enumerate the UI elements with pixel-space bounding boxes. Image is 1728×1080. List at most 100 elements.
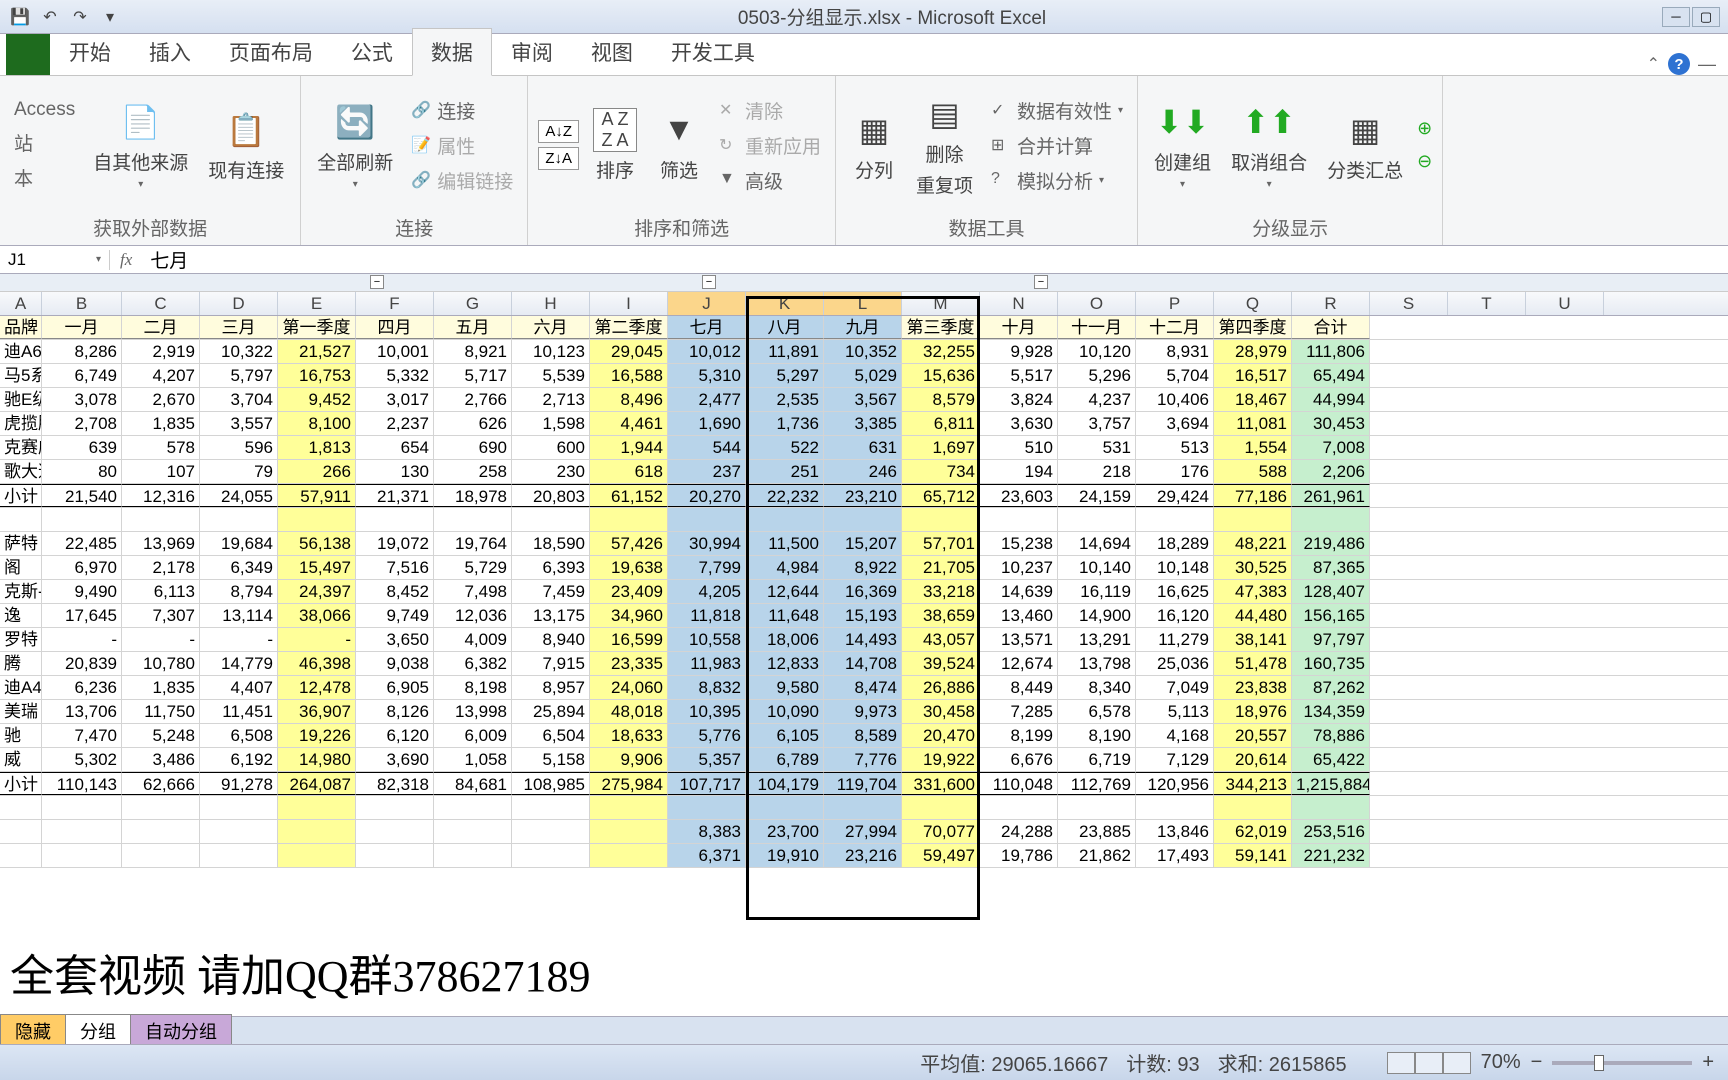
cell[interactable]: 5,113: [1136, 700, 1214, 723]
col-header-M[interactable]: M: [902, 292, 980, 315]
cell[interactable]: 8,340: [1058, 676, 1136, 699]
cell[interactable]: 小计: [0, 772, 42, 795]
cell[interactable]: 33,218: [902, 580, 980, 603]
cell[interactable]: 28,979: [1214, 340, 1292, 363]
cell[interactable]: 156,165: [1292, 604, 1370, 627]
cell[interactable]: [200, 820, 278, 843]
cell[interactable]: 23,409: [590, 580, 668, 603]
cell[interactable]: 331,600: [902, 772, 980, 795]
cell[interactable]: 79: [200, 460, 278, 483]
cell[interactable]: 43,057: [902, 628, 980, 651]
cell[interactable]: 1,598: [512, 412, 590, 435]
cell[interactable]: 6,676: [980, 748, 1058, 771]
tab-home[interactable]: 开始: [50, 28, 130, 75]
cell[interactable]: 10,322: [200, 340, 278, 363]
cell[interactable]: 3,017: [356, 388, 434, 411]
cell[interactable]: 1,058: [434, 748, 512, 771]
cell[interactable]: [356, 844, 434, 867]
cell[interactable]: 6,789: [746, 748, 824, 771]
cell[interactable]: 5,357: [668, 748, 746, 771]
cell[interactable]: [356, 820, 434, 843]
cell[interactable]: [590, 820, 668, 843]
cell[interactable]: [278, 796, 356, 819]
cell[interactable]: 19,684: [200, 532, 278, 555]
cell[interactable]: 522: [746, 436, 824, 459]
cell[interactable]: 1,835: [122, 676, 200, 699]
cell[interactable]: 12,674: [980, 652, 1058, 675]
cell[interactable]: 7,049: [1136, 676, 1214, 699]
cell[interactable]: 59,497: [902, 844, 980, 867]
cell[interactable]: 4,168: [1136, 724, 1214, 747]
cell[interactable]: 6,504: [512, 724, 590, 747]
cell[interactable]: 5,310: [668, 364, 746, 387]
cell[interactable]: 80: [42, 460, 122, 483]
cell[interactable]: 8,383: [668, 820, 746, 843]
cell[interactable]: [0, 508, 42, 531]
cell[interactable]: [668, 508, 746, 531]
cell[interactable]: [512, 844, 590, 867]
cell[interactable]: [980, 796, 1058, 819]
cell[interactable]: 11,818: [668, 604, 746, 627]
from-access-button[interactable]: Access: [10, 97, 79, 123]
cell[interactable]: 23,603: [980, 484, 1058, 507]
cell[interactable]: 10,780: [122, 652, 200, 675]
cell[interactable]: 16,517: [1214, 364, 1292, 387]
cell[interactable]: 108,985: [512, 772, 590, 795]
cell[interactable]: 22,232: [746, 484, 824, 507]
cell[interactable]: 克赛威: [0, 436, 42, 459]
cell[interactable]: 14,493: [824, 628, 902, 651]
cell[interactable]: [434, 796, 512, 819]
cell[interactable]: 5,539: [512, 364, 590, 387]
cell[interactable]: 17,493: [1136, 844, 1214, 867]
cell[interactable]: 29,424: [1136, 484, 1214, 507]
page-break-button[interactable]: [1443, 1052, 1471, 1074]
cell[interactable]: 3,650: [356, 628, 434, 651]
col-header-G[interactable]: G: [434, 292, 512, 315]
cell[interactable]: 驰: [0, 724, 42, 747]
cell[interactable]: 8,940: [512, 628, 590, 651]
cell[interactable]: 8,449: [980, 676, 1058, 699]
cell[interactable]: 87,262: [1292, 676, 1370, 699]
cell[interactable]: 110,048: [980, 772, 1058, 795]
cell[interactable]: 2,535: [746, 388, 824, 411]
cell[interactable]: 6,905: [356, 676, 434, 699]
cell[interactable]: 7,799: [668, 556, 746, 579]
header-cell[interactable]: 第四季度: [1214, 316, 1292, 339]
cell[interactable]: 13,175: [512, 604, 590, 627]
cell[interactable]: [278, 844, 356, 867]
cell[interactable]: 8,931: [1136, 340, 1214, 363]
cell[interactable]: 8,957: [512, 676, 590, 699]
cell[interactable]: 13,798: [1058, 652, 1136, 675]
cell[interactable]: 6,719: [1058, 748, 1136, 771]
cell[interactable]: 1,215,884: [1292, 772, 1370, 795]
cell[interactable]: 253,516: [1292, 820, 1370, 843]
cell[interactable]: [434, 508, 512, 531]
cell[interactable]: [122, 820, 200, 843]
zoom-in-button[interactable]: +: [1702, 1051, 1714, 1074]
cell[interactable]: 19,072: [356, 532, 434, 555]
cell[interactable]: 1,944: [590, 436, 668, 459]
cell[interactable]: 70,077: [902, 820, 980, 843]
show-detail-icon[interactable]: ⊕: [1417, 118, 1432, 139]
header-cell[interactable]: 七月: [668, 316, 746, 339]
cell[interactable]: 618: [590, 460, 668, 483]
cell[interactable]: 8,832: [668, 676, 746, 699]
sheet-tab-auto[interactable]: 自动分组: [130, 1014, 232, 1048]
cell[interactable]: 120,956: [1136, 772, 1214, 795]
cell[interactable]: 2,766: [434, 388, 512, 411]
cell[interactable]: 1,736: [746, 412, 824, 435]
cell[interactable]: 4,407: [200, 676, 278, 699]
header-cell[interactable]: 十二月: [1136, 316, 1214, 339]
cell[interactable]: 261,961: [1292, 484, 1370, 507]
cell[interactable]: 8,922: [824, 556, 902, 579]
cell[interactable]: 7,915: [512, 652, 590, 675]
save-icon[interactable]: 💾: [8, 5, 32, 29]
cell[interactable]: 6,113: [122, 580, 200, 603]
cell[interactable]: 36,907: [278, 700, 356, 723]
cell[interactable]: 1,690: [668, 412, 746, 435]
tab-developer[interactable]: 开发工具: [652, 28, 774, 75]
cell[interactable]: 13,114: [200, 604, 278, 627]
outline-toggle-q1[interactable]: −: [370, 275, 384, 289]
existing-connections-button[interactable]: 📋 现有连接: [202, 104, 290, 187]
cell[interactable]: 23,216: [824, 844, 902, 867]
